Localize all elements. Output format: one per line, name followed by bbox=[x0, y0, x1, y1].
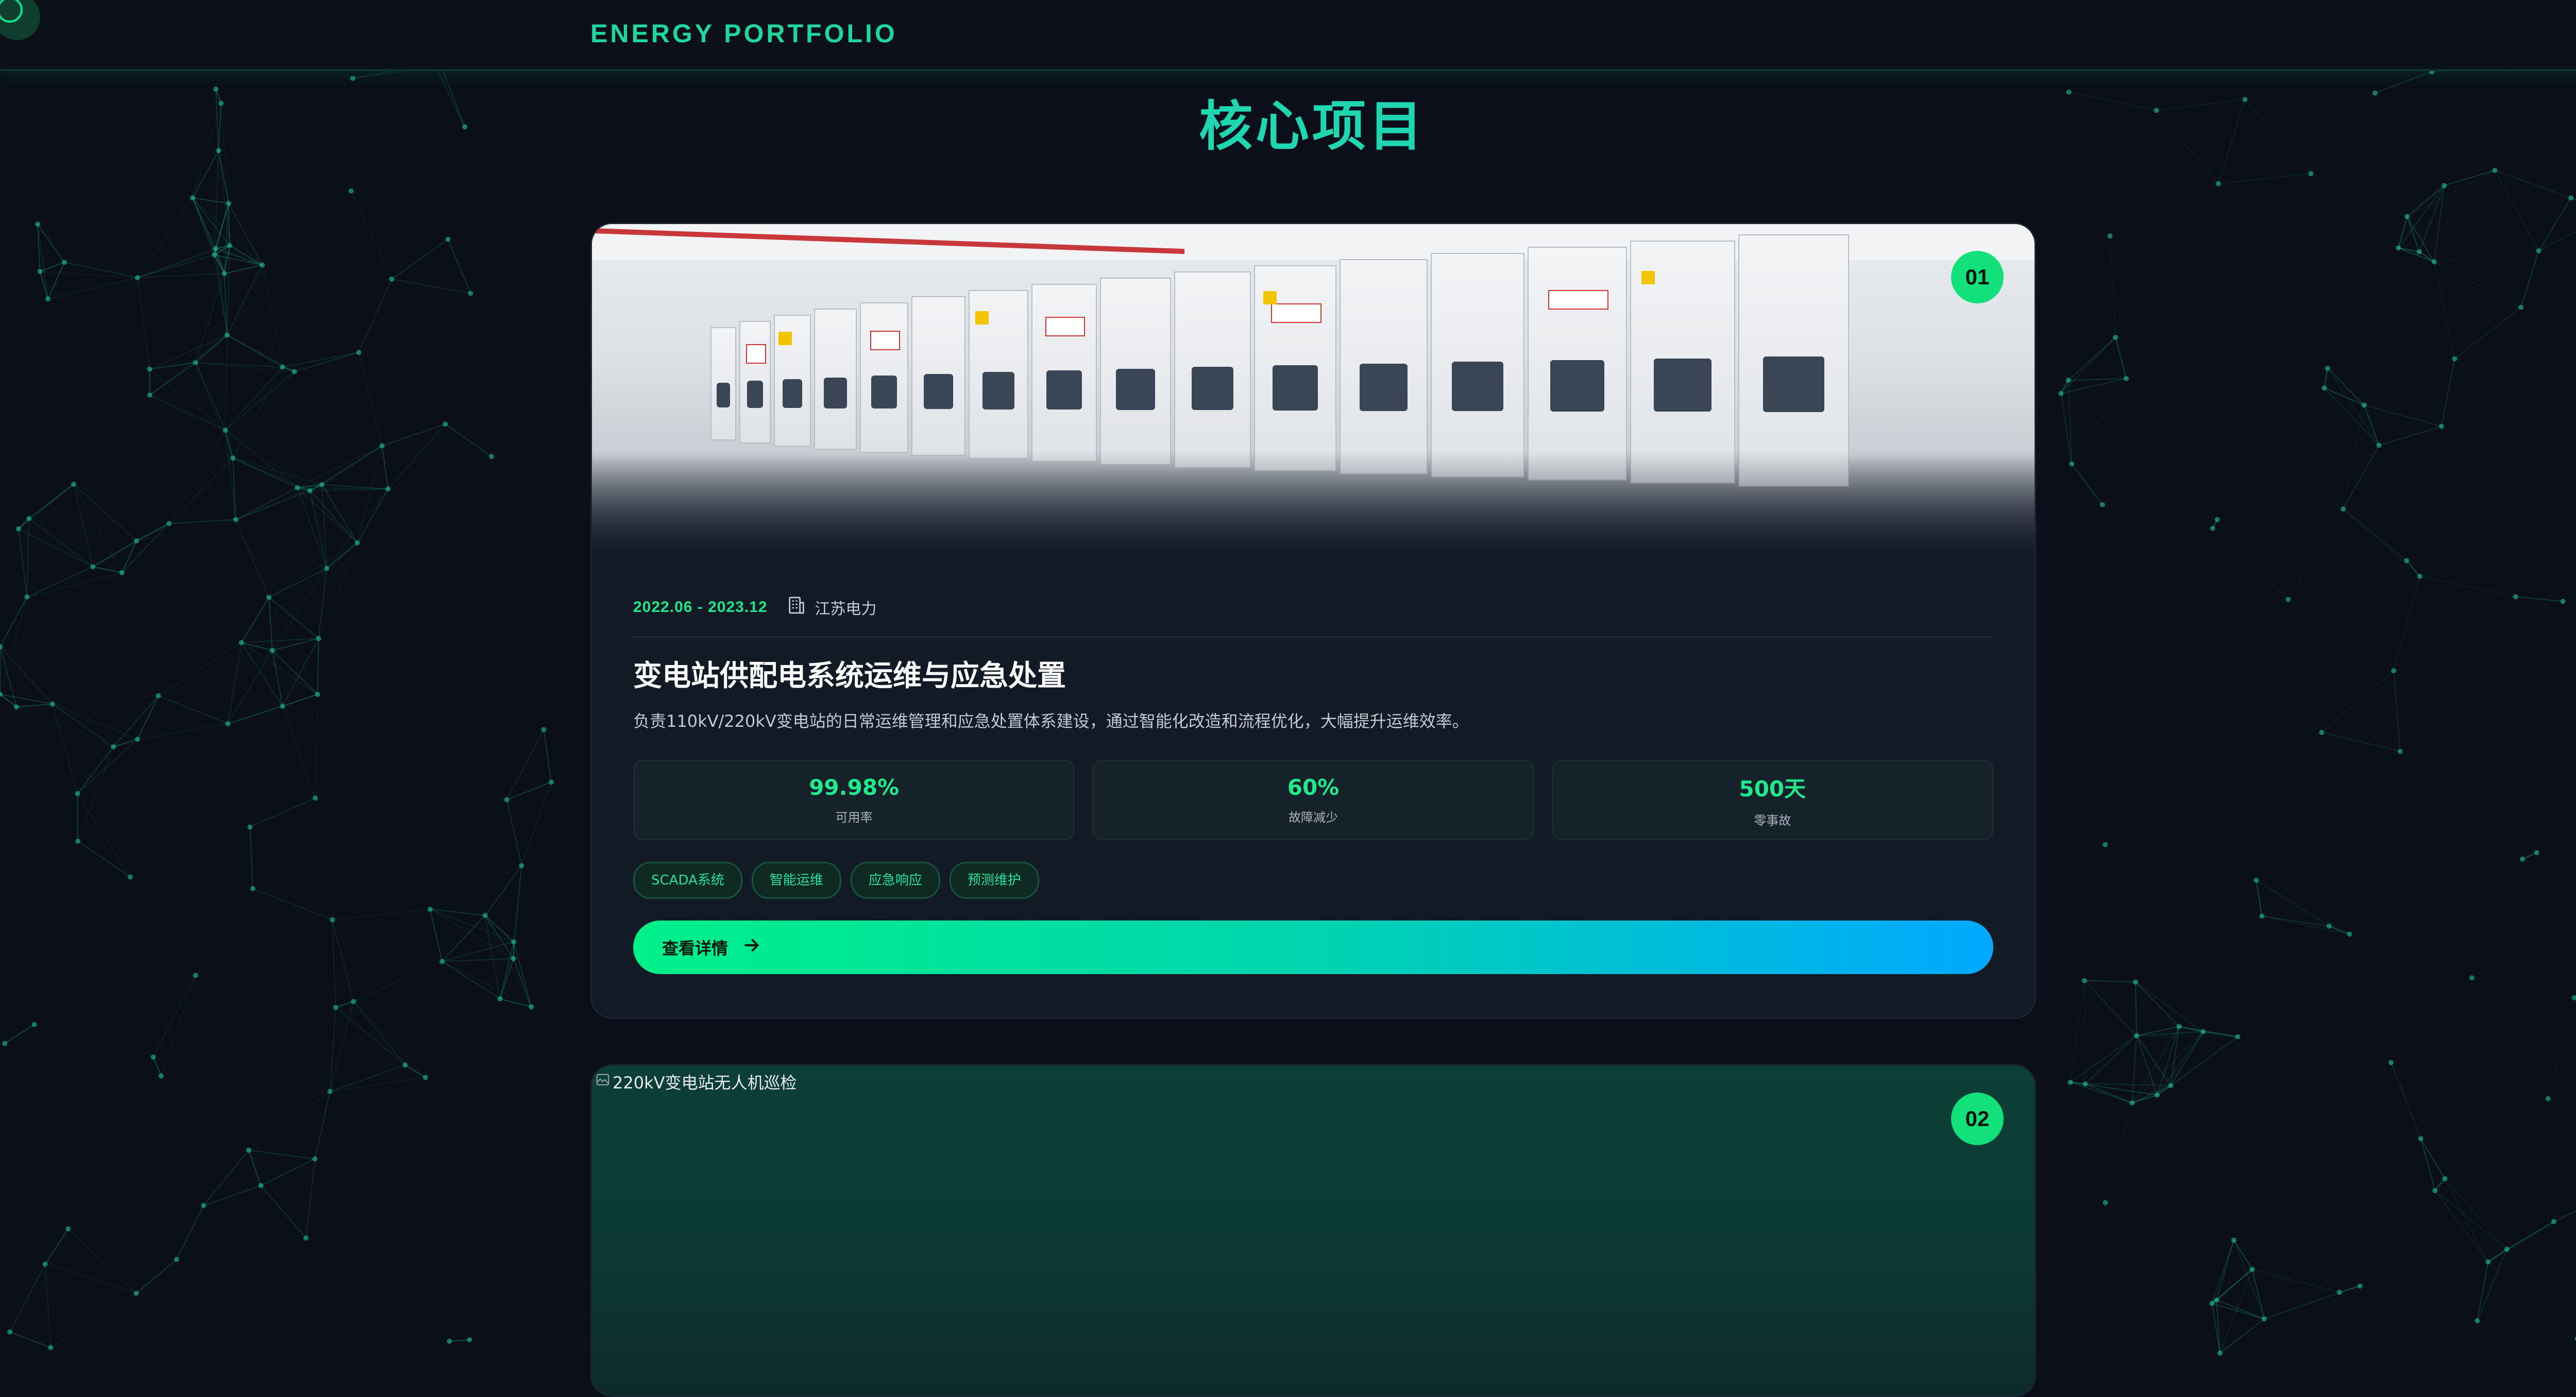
project-image-substation bbox=[592, 224, 2035, 554]
section-title: 核心项目 bbox=[0, 82, 2576, 160]
image-alt-label: 220kV变电站无人机巡检 bbox=[613, 1070, 797, 1094]
project-title: 变电站供配电系统运维与应急处置 bbox=[633, 653, 1066, 694]
stat-label: 故障减少 bbox=[1289, 807, 1338, 825]
project-number-badge: 02 bbox=[1951, 1093, 2004, 1145]
top-navbar: ENERGY PORTFOLIO bbox=[0, 0, 2576, 71]
project-number-badge: 01 bbox=[1951, 251, 2004, 303]
stat-label: 零事故 bbox=[1754, 810, 1791, 828]
image-alt-text: 220kV变电站无人机巡检 bbox=[595, 1070, 797, 1094]
project-description: 负责110kV/220kV变电站的日常运维管理和应急处置体系建设，通过智能化改造… bbox=[633, 708, 1469, 732]
stat-label: 可用率 bbox=[836, 807, 873, 825]
project-stats: 99.98% 可用率 60% 故障减少 500天 零事故 bbox=[633, 760, 1993, 840]
building-icon bbox=[786, 595, 807, 620]
stat-value: 500天 bbox=[1739, 772, 1806, 803]
stat-fault-reduction: 60% 故障减少 bbox=[1092, 760, 1534, 840]
tag-predictive: 预测维护 bbox=[950, 862, 1039, 899]
brand-logo-text[interactable]: ENERGY PORTFOLIO bbox=[590, 19, 897, 48]
view-details-button[interactable]: 查看详情 bbox=[633, 921, 1993, 974]
tag-smart-ops: 智能运维 bbox=[752, 862, 841, 899]
project-meta: 2022.06 - 2023.12 江苏电力 bbox=[633, 595, 877, 620]
arrow-right-icon bbox=[741, 935, 762, 960]
tag-emergency: 应急响应 bbox=[851, 862, 940, 899]
project-date: 2022.06 - 2023.12 bbox=[633, 599, 768, 616]
stat-value: 99.98% bbox=[809, 775, 899, 800]
view-details-label: 查看详情 bbox=[662, 935, 728, 959]
project-tags: SCADA系统 智能运维 应急响应 预测维护 bbox=[633, 862, 1039, 899]
project-image-drone-inspection: 220kV变电站无人机巡检 bbox=[592, 1066, 2035, 1395]
project-card-1[interactable]: 01 2022.06 - 2023.12 江苏电力 变电站供配电系统运维与应急处… bbox=[590, 223, 2036, 1019]
project-org: 江苏电力 bbox=[786, 595, 877, 620]
meta-divider bbox=[633, 636, 1993, 638]
stat-zero-accident: 500天 零事故 bbox=[1552, 760, 1993, 840]
project-org-name: 江苏电力 bbox=[815, 596, 877, 619]
stat-availability: 99.98% 可用率 bbox=[633, 760, 1075, 840]
stat-value: 60% bbox=[1287, 775, 1340, 800]
tag-scada: SCADA系统 bbox=[633, 862, 742, 899]
broken-image-icon bbox=[595, 1072, 611, 1092]
project-card-2[interactable]: 220kV变电站无人机巡检 02 bbox=[590, 1064, 2036, 1397]
